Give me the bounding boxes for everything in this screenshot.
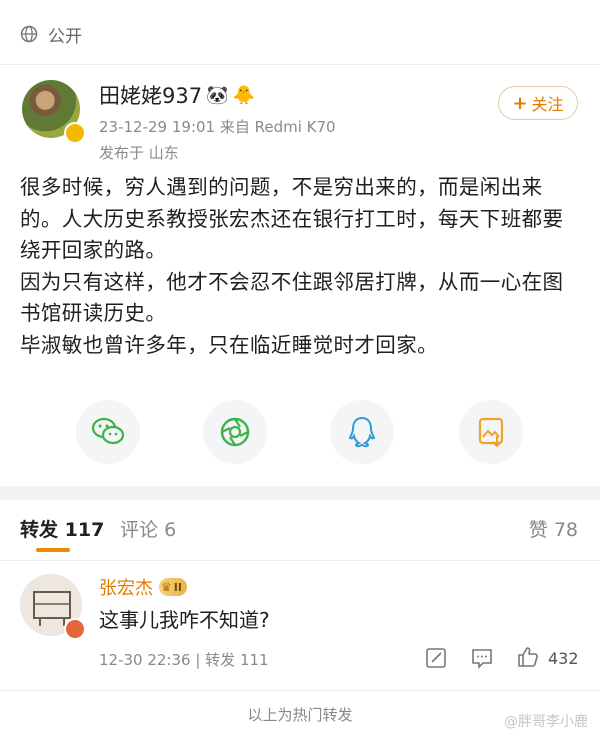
comment-icon[interactable] [470, 646, 494, 670]
reply-like-count: 432 [548, 649, 579, 668]
save-image-icon [478, 417, 504, 448]
wechat-icon [91, 417, 125, 445]
tab-comments[interactable]: 评论 6 [120, 515, 176, 542]
qq-icon [348, 416, 376, 448]
post-paragraph: 毕淑敏也曾许多年，只在临近睡觉时才回家。 [20, 332, 438, 357]
author-name-row[interactable]: 田姥姥937 🐼 🐥 [99, 80, 255, 110]
verified-badge-icon [64, 122, 86, 144]
vip-level: II [173, 580, 182, 594]
follow-label: 关注 [531, 95, 564, 114]
tab-comments-label: 评论 [120, 519, 159, 541]
moments-icon [220, 417, 250, 447]
vip-badge: ♛ II [159, 578, 187, 596]
watermark: @胖哥李小鹿 [504, 714, 588, 730]
reply-text: 这事儿我咋不知道? [99, 608, 270, 632]
share-wechat-button[interactable] [76, 400, 140, 464]
save-image-button[interactable] [459, 400, 523, 464]
share-moments-button[interactable] [203, 400, 267, 464]
tab-likes-count: 78 [553, 519, 578, 541]
share-row [0, 400, 600, 464]
author-name[interactable]: 田姥姥937 [99, 80, 202, 110]
visibility-label: 公开 [48, 26, 82, 47]
post-timestamp-source: 23-12-29 19:01 来自 Redmi K70 [99, 118, 336, 136]
post-location: 发布于 山东 [99, 144, 179, 162]
post-body: 很多时候，穷人遇到的问题，不是穷出来的，而是闲出来的。人大历史系教授张宏杰还在银… [20, 172, 582, 361]
divider [0, 690, 600, 691]
lock-icon [20, 25, 38, 43]
plus-icon: + [512, 92, 528, 114]
tab-reposts-count: 117 [64, 519, 105, 541]
share-qq-button[interactable] [330, 400, 394, 464]
reply-author-name[interactable]: 张宏杰 [99, 574, 153, 600]
verified-badge-icon [64, 618, 86, 640]
chick-icon: 🐥 [232, 84, 255, 106]
crown-icon: ♛ [161, 580, 172, 594]
section-divider [0, 486, 600, 500]
reply-author-row[interactable]: 张宏杰 ♛ II [99, 574, 187, 600]
edit-share-icon[interactable] [424, 646, 448, 670]
tab-comments-count: 6 [164, 519, 177, 541]
visibility-row: 公开 [20, 18, 82, 50]
follow-button[interactable]: + 关注 [498, 86, 578, 120]
divider [0, 560, 600, 561]
post-paragraph: 很多时候，穷人遇到的问题，不是穷出来的，而是闲出来的。人大历史系教授张宏杰还在银… [20, 175, 564, 262]
tab-reposts[interactable]: 转发 117 [20, 515, 104, 542]
panda-icon: 🐼 [206, 84, 229, 106]
active-tab-indicator [36, 548, 70, 552]
tab-reposts-label: 转发 [20, 519, 59, 541]
tab-likes[interactable]: 赞 78 [529, 515, 578, 542]
post-detail-page: 公开 田姥姥937 🐼 🐥 23-12-29 19:01 来自 Redmi K7… [0, 0, 600, 737]
tab-likes-label: 赞 [528, 519, 548, 541]
thumbs-up-icon[interactable] [516, 645, 540, 669]
divider [0, 64, 600, 65]
reply-meta: 12-30 22:36 | 转发 111 [99, 651, 269, 669]
post-paragraph: 因为只有这样，他才不会忍不住跟邻居打牌，从而一心在图书馆研读历史。 [20, 269, 564, 326]
